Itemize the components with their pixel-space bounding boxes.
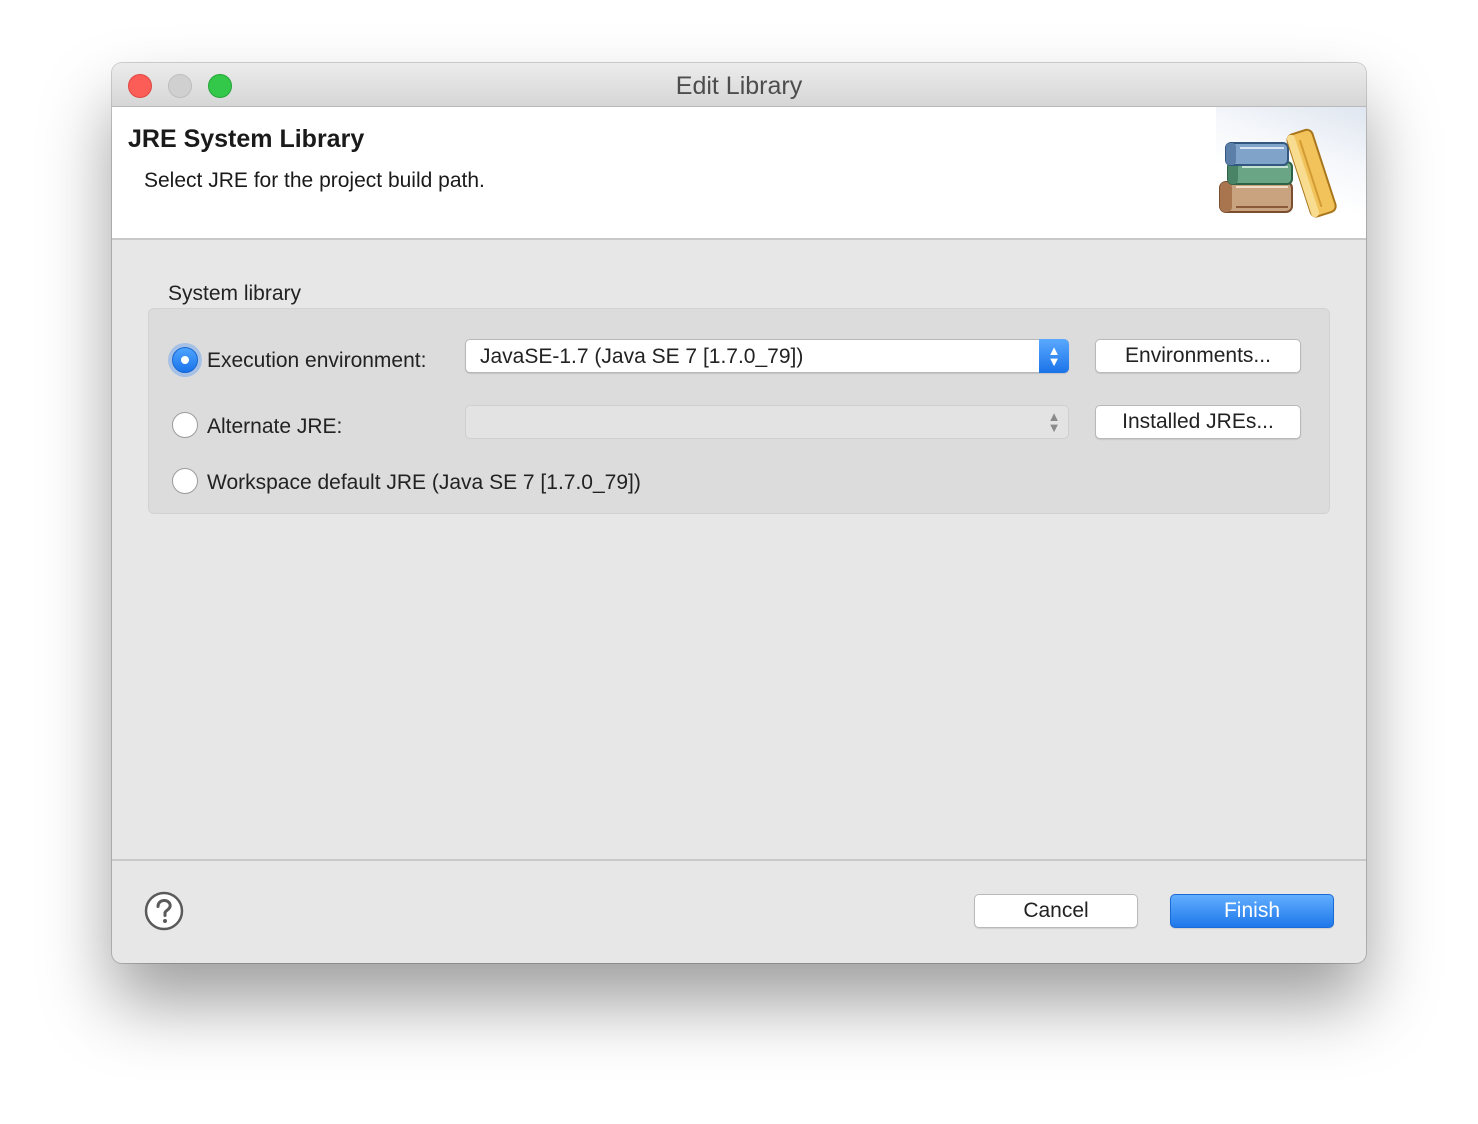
system-library-group: Execution environment: JavaSE-1.7 (Java … [148, 308, 1330, 514]
alternate-jre-label: Alternate JRE: [207, 415, 343, 438]
updown-chevron-icon: ▲ ▼ [1047, 409, 1061, 435]
execution-environment-value: JavaSE-1.7 (Java SE 7 [1.7.0_79]) [480, 345, 804, 368]
environments-button[interactable]: Environments... [1095, 339, 1301, 373]
system-library-group-label: System library [168, 282, 302, 305]
execution-environment-radio[interactable] [172, 347, 198, 373]
window-title: Edit Library [675, 72, 803, 100]
installed-jres-button[interactable]: Installed JREs... [1095, 405, 1301, 439]
edit-library-dialog: Edit Library JRE System Library Select J… [112, 63, 1366, 963]
cancel-button[interactable]: Cancel [974, 894, 1138, 928]
dialog-header: JRE System Library Select JRE for the pr… [112, 107, 1366, 240]
updown-chevron-icon: ▲ ▼ [1039, 339, 1069, 373]
help-question-icon[interactable] [144, 891, 184, 931]
title-bar[interactable]: Edit Library [112, 63, 1366, 107]
alternate-jre-radio[interactable] [172, 412, 198, 438]
header-banner [1216, 107, 1366, 238]
books-library-icon [1219, 128, 1337, 218]
alternate-jre-select[interactable]: ▲ ▼ [465, 405, 1069, 439]
page-description: Select JRE for the project build path. [144, 169, 485, 192]
workspace-default-jre-label: Workspace default JRE (Java SE 7 [1.7.0_… [207, 471, 641, 494]
page-title: JRE System Library [128, 125, 365, 153]
footer-divider [112, 859, 1366, 861]
execution-environment-select[interactable]: JavaSE-1.7 (Java SE 7 [1.7.0_79]) ▲ ▼ [465, 339, 1069, 373]
execution-environment-label: Execution environment: [207, 349, 427, 372]
finish-button[interactable]: Finish [1170, 894, 1334, 928]
workspace-default-jre-radio[interactable] [172, 468, 198, 494]
